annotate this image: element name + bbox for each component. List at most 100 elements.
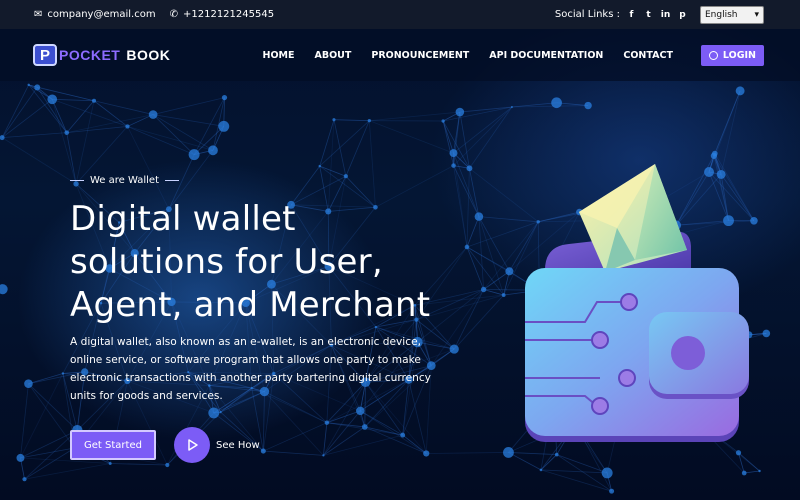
get-started-button[interactable]: Get Started [70,430,156,460]
network-link [2,132,67,139]
nav-pronouncement[interactable]: PRONOUNCEMENT [371,50,469,61]
network-link [345,120,370,177]
user-icon [708,50,718,60]
network-node [758,469,761,473]
logo-text-book: BOOK [126,47,171,63]
network-link [469,168,480,217]
contact-phone[interactable]: ✆ +1212121245545 [170,9,274,20]
network-node [91,98,97,103]
network-node [318,164,321,168]
network-link [66,126,128,134]
network-node [188,149,200,161]
nav-home[interactable]: HOME [263,50,295,61]
network-node [165,462,170,468]
network-link [459,106,512,113]
network-link [1,87,38,138]
network-node [480,286,487,293]
network-node [148,110,158,119]
social-label: Social Links : [554,9,620,20]
network-node [451,163,456,168]
network-link [52,98,128,127]
network-node [125,124,130,129]
wallet-illustration [505,150,765,454]
logo-text-pocket: POCKET [59,47,121,63]
network-node [24,379,33,389]
network-node [367,119,371,123]
network-node [466,165,473,172]
network-link [369,120,454,154]
phone-text: +1212121245545 [182,9,275,20]
network-link [127,126,195,156]
network-link [466,168,470,247]
network-link [1,84,30,138]
network-node [539,468,543,472]
network-link [442,120,454,166]
twitter-icon[interactable]: t [643,10,654,20]
main-navbar: P POCKET BOOK HOME ABOUT PRONOUNCEMENT A… [0,29,800,81]
network-node [735,86,745,96]
network-link [20,383,29,458]
network-node [208,145,218,156]
network-node [64,130,70,135]
network-link [508,452,542,471]
network-link [1,98,53,138]
network-link [443,106,513,122]
logo[interactable]: P POCKET BOOK [33,44,170,66]
network-link [36,87,68,133]
contact-email[interactable]: ✉ company@email.com [34,9,156,20]
hero-description: A digital wallet, also known as an e-wal… [70,336,431,402]
nav-contact[interactable]: CONTACT [623,50,673,61]
network-link [453,106,513,166]
network-link [483,289,504,296]
facebook-icon[interactable]: f [626,10,637,20]
pinterest-icon[interactable]: p [677,10,688,20]
network-link [28,373,64,385]
hero-title-line-1: Digital wallet [70,199,296,239]
network-link [319,120,370,167]
eyebrow-line-left [70,180,84,181]
network-node [474,212,484,221]
eyebrow-line-right [165,180,179,181]
network-node [16,453,25,462]
play-button[interactable] [174,427,210,463]
network-link [540,469,612,492]
network-link [75,100,95,184]
network-link [127,126,214,151]
network-node [449,149,458,158]
network-link [556,454,608,474]
hero-eyebrow: We are Wallet [70,175,460,186]
see-how-link[interactable]: See How [216,440,260,451]
network-node [332,118,336,122]
network-node [551,97,562,109]
play-icon [188,439,198,451]
logo-letter: P [39,46,50,64]
network-node [741,470,747,476]
language-select[interactable]: English ▾ [700,5,764,24]
network-link [333,119,347,177]
top-bar: ✉ company@email.com ✆ +1212121245545 Soc… [0,0,800,29]
nav-about[interactable]: ABOUT [315,50,352,61]
network-node [0,284,8,295]
network-node [609,488,615,494]
network-link [333,119,370,122]
network-node [455,107,465,117]
chevron-down-icon: ▾ [754,9,759,20]
eyebrow-text: We are Wallet [90,175,159,186]
login-label: LOGIN [722,49,756,61]
network-node [584,101,592,110]
hero-title: Digital wallet solutions for User, Agent… [70,198,460,327]
network-node [441,119,445,123]
hero-section: We are Wallet Digital wallet solutions f… [70,175,460,463]
login-button[interactable]: LOGIN [700,44,764,66]
network-node [22,477,27,482]
network-link [20,429,78,459]
hero-title-line-2: solutions for User, [70,242,383,282]
network-node [464,244,470,250]
mail-icon: ✉ [34,9,43,20]
linkedin-icon[interactable]: in [660,10,671,20]
network-link [453,112,461,166]
get-started-label: Get Started [84,439,142,451]
network-node [221,94,228,101]
network-node [601,467,613,479]
nav-api-documentation[interactable]: API DOCUMENTATION [489,50,603,61]
